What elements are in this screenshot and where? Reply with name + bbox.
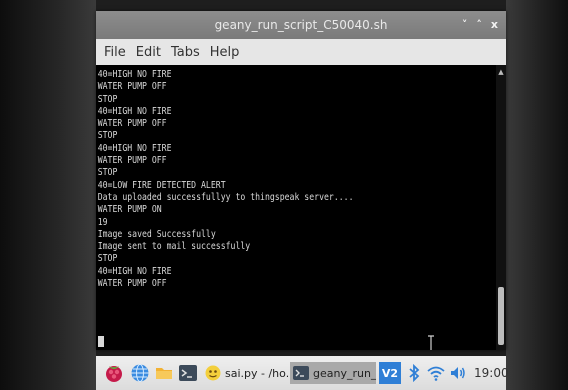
terminal-cursor (98, 336, 104, 347)
right-background (506, 0, 568, 390)
menu-file[interactable]: File (104, 45, 126, 60)
terminal-icon (293, 366, 309, 380)
terminal-line: STOP (97, 253, 118, 265)
menu-help[interactable]: Help (210, 45, 240, 60)
wifi-icon[interactable] (426, 363, 446, 383)
scroll-up-icon[interactable]: ▲ (496, 67, 506, 77)
file-manager-icon[interactable] (154, 363, 174, 383)
terminal-line: WATER PUMP OFF (97, 155, 167, 167)
menu-tabs[interactable]: Tabs (171, 45, 200, 60)
terminal-line: STOP (97, 167, 118, 179)
terminal-line: Data uploaded successfullyy to thingspea… (97, 191, 354, 203)
terminal-line: WATER PUMP OFF (97, 81, 167, 93)
clock: 19:00 (474, 366, 509, 380)
terminal-output[interactable]: 40=HIGH NO FIRE WATER PUMP OFF STOP 40=H… (96, 65, 496, 350)
terminal-line: 40=HIGH NO FIRE (97, 105, 172, 117)
terminal-window: geany_run_script_C50040.sh ˅ ˄ x File Ed… (96, 11, 506, 350)
web-browser-icon[interactable] (130, 363, 150, 383)
terminal-line: WATER PUMP ON (97, 204, 162, 216)
terminal-line: 40=HIGH NO FIRE (97, 69, 172, 80)
taskbar: sai.py - /ho... geany_run_... V2 19:00 (96, 356, 509, 390)
taskbar-task-sai-py[interactable]: sai.py - /ho... (204, 362, 288, 384)
terminal-line: WATER PUMP OFF (97, 278, 167, 290)
minimize-button[interactable]: ˅ (462, 11, 468, 39)
window-controls: ˅ ˄ x (462, 11, 498, 39)
terminal-line: 40=HIGH NO FIRE (97, 265, 172, 277)
terminal-line: 40=LOW FIRE DETECTED ALERT (97, 179, 226, 191)
bluetooth-icon[interactable] (404, 363, 424, 383)
raspberry-menu-icon[interactable] (104, 363, 124, 383)
window-title: geany_run_script_C50040.sh (214, 18, 388, 32)
terminal-launcher-icon[interactable] (178, 363, 198, 383)
text-cursor-icon (428, 335, 434, 350)
maximize-button[interactable]: ˄ (476, 11, 482, 39)
terminal-line: 40=HIGH NO FIRE (97, 142, 172, 154)
terminal-line: STOP (97, 130, 118, 142)
scroll-thumb[interactable] (498, 287, 504, 345)
taskbar-task-label: sai.py - /ho... (225, 366, 288, 380)
taskbar-task-label: geany_run_... (313, 366, 376, 380)
python-icon (205, 365, 221, 381)
terminal-line: Image sent to mail successfully (97, 241, 251, 253)
menu-edit[interactable]: Edit (136, 45, 161, 60)
terminal-scrollbar[interactable]: ▲ (496, 65, 506, 350)
window-titlebar[interactable]: geany_run_script_C50040.sh ˅ ˄ x (96, 11, 506, 39)
terminal-line: STOP (97, 93, 118, 105)
vnc-server-icon[interactable]: V2 (379, 362, 401, 384)
volume-icon[interactable] (448, 363, 468, 383)
vnc-label: V2 (381, 366, 399, 380)
terminal-line: 19 (97, 216, 108, 228)
left-background (0, 0, 96, 390)
terminal-line: Image saved Successfully (97, 228, 216, 240)
menu-bar: File Edit Tabs Help (96, 39, 506, 65)
close-button[interactable]: x (491, 11, 498, 39)
taskbar-task-geany-run[interactable]: geany_run_... (290, 362, 376, 384)
terminal-line: WATER PUMP OFF (97, 118, 167, 130)
